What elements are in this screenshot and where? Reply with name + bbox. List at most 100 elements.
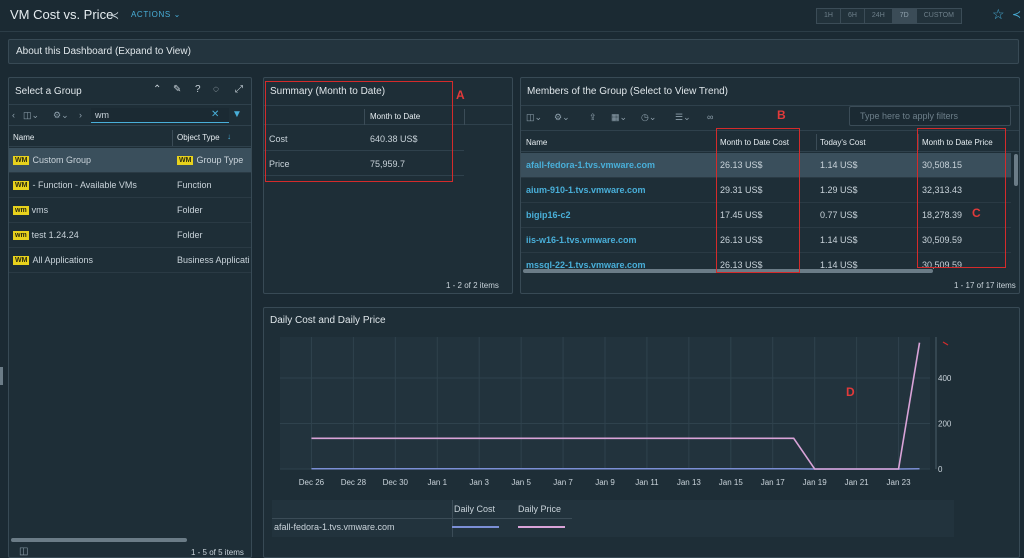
table-row[interactable]: WM All Applications Business Applicati [9,248,251,273]
y-tick-label: 200 [938,419,952,428]
x-tick-label: Jan 17 [761,478,786,487]
panel-title: Select a Group [15,86,82,97]
sort-down-icon[interactable]: ↓ [227,132,231,141]
wm-badge: WM [13,156,30,165]
column-header-todays-cost[interactable]: Today's Cost [820,138,866,147]
wm-badge: WM [177,156,194,165]
y-tick-label: 400 [938,374,952,383]
hierarchy-icon[interactable]: ◫⌄ [526,112,542,123]
select-group-panel: Select a Group ⌃ ✎ ? ◌ ⤢ ‹ ◫⌄ ⚙⌄ › ✕ ▼ N… [8,77,252,558]
column-header-object-type[interactable]: Object Type [177,133,220,142]
group-name: - Function - Available VMs [32,180,137,190]
share-icon[interactable]: ≺ [110,9,119,22]
group-type: Folder [177,230,203,240]
group-table-header: Name Object Type ↓ [9,127,251,147]
time-range-1h[interactable]: 1H [817,9,841,23]
page-title: VM Cost vs. Price [10,7,114,22]
time-range-custom[interactable]: CUSTOM [916,9,961,23]
calendar-icon[interactable]: ▦⌄ [611,112,627,123]
panel-title: Members of the Group (Select to View Tre… [527,86,729,97]
export-icon[interactable]: ⇪ [589,112,597,123]
line-chart[interactable]: Dec 26 Dec 28 Dec 30 Jan 1 Jan 3 Jan 5 Jan 7 Ja… [272,333,1012,497]
gear-icon[interactable]: ⚙⌄ [53,110,69,121]
wm-badge: wm [13,231,29,240]
annotation-box-c [917,128,1006,268]
time-range-24h[interactable]: 24H [864,9,893,23]
table-row[interactable]: wm test 1.24.24 Folder [9,223,251,248]
hierarchy-icon[interactable]: ◫⌄ [23,110,39,121]
x-tick-label: Jan 13 [677,478,702,487]
pagination-info: 1 - 5 of 5 items [191,548,244,557]
time-range-6h[interactable]: 6H [840,9,865,23]
actions-menu[interactable]: ACTIONS ⌄ [131,10,181,19]
x-tick-label: Dec 28 [341,478,367,487]
group-name: vms [31,205,49,215]
expand-icon[interactable]: ⤢ [235,84,243,95]
columns-icon[interactable]: ◫ [19,546,28,557]
wm-badge: wm [13,206,29,215]
clock-icon[interactable]: ◷⌄ [641,112,656,123]
chevron-left-icon[interactable]: ‹ [12,110,15,120]
x-tick-label: Jan 21 [845,478,870,487]
actions-label: ACTIONS [131,10,171,19]
vm-name-link[interactable]: bigip16-c2 [526,210,571,220]
table-row[interactable]: wm vms Folder [9,198,251,223]
annotation-label-d: D [846,385,855,399]
gear-icon[interactable]: ⚙⌄ [554,112,570,123]
x-tick-label: Jan 3 [469,478,489,487]
members-filter[interactable] [849,106,1011,126]
share-icon[interactable]: ≺ [1012,8,1021,21]
x-tick-label: Jan 19 [803,478,828,487]
members-filter-input[interactable] [850,107,1000,125]
legend-daily-price-swatch[interactable] [518,526,565,528]
todays-cost: 1.14 US$ [820,260,858,269]
group-search-input[interactable] [91,108,211,122]
about-dashboard-title: About this Dashboard (Expand to View) [16,46,191,57]
table-row[interactable]: WM Custom Group WM Group Type [9,148,251,173]
horizontal-scrollbar[interactable] [11,538,187,542]
column-header-name[interactable]: Name [526,138,547,147]
group-search[interactable]: ✕ [91,108,229,123]
table-row[interactable]: WM - Function - Available VMs Function [9,173,251,198]
x-tick-label: Jan 5 [511,478,531,487]
annotation-box-a [265,81,453,182]
vm-name-link[interactable]: iis-w16-1.tvs.vmware.com [526,235,637,245]
x-tick-label: Jan 9 [595,478,615,487]
side-panel-handle[interactable] [0,367,3,385]
vm-name-link[interactable]: aium-910-1.tvs.vmware.com [526,185,646,195]
time-range-selector[interactable]: 1H 6H 24H 7D CUSTOM [816,8,962,24]
filter-icon[interactable]: ▼ [232,109,242,120]
star-icon[interactable]: ☆ [992,6,1005,23]
todays-cost: 0.77 US$ [820,210,858,220]
vm-name-link[interactable]: afall-fedora-1.tvs.vmware.com [526,160,655,170]
close-icon[interactable]: ✕ [211,109,219,120]
panel-title: Daily Cost and Daily Price [270,315,386,326]
legend-daily-cost-swatch[interactable] [452,526,499,528]
edit-icon[interactable]: ✎ [173,84,181,95]
list-icon[interactable]: ☰⌄ [675,112,691,123]
todays-cost: 1.14 US$ [820,235,858,245]
chevron-right-icon[interactable]: › [79,110,82,120]
wm-badge: WM [13,256,30,265]
about-dashboard-bar[interactable]: About this Dashboard (Expand to View) [8,39,1019,64]
legend-daily-cost-label: Daily Cost [454,504,496,514]
vm-name-link[interactable]: mssql-22-1.tvs.vmware.com [526,260,646,269]
x-tick-label: Jan 15 [719,478,744,487]
link-icon[interactable]: ∞ [707,112,713,122]
help-icon[interactable]: ? [195,84,201,95]
x-tick-label: Jan 7 [553,478,573,487]
time-range-7d[interactable]: 7D [892,9,917,23]
daily-cost-price-panel: Daily Cost and Daily Price Dec 26 Dec 28 D… [263,307,1020,558]
pagination-info: 1 - 2 of 2 items [446,281,499,290]
annotation-label-a: A [456,88,465,102]
annotation-box-b [716,128,800,273]
group-type: Group Type [196,155,244,165]
collapse-icon[interactable]: ⌃ [153,84,161,95]
x-tick-label: Dec 26 [299,478,325,487]
annotation-label-c: C [972,206,981,220]
x-tick-label: Jan 1 [427,478,447,487]
vertical-scrollbar[interactable] [1014,154,1018,186]
hide-icon[interactable]: ◌ [213,84,219,95]
legend-daily-price-label: Daily Price [518,504,562,514]
column-header-name[interactable]: Name [13,133,34,142]
